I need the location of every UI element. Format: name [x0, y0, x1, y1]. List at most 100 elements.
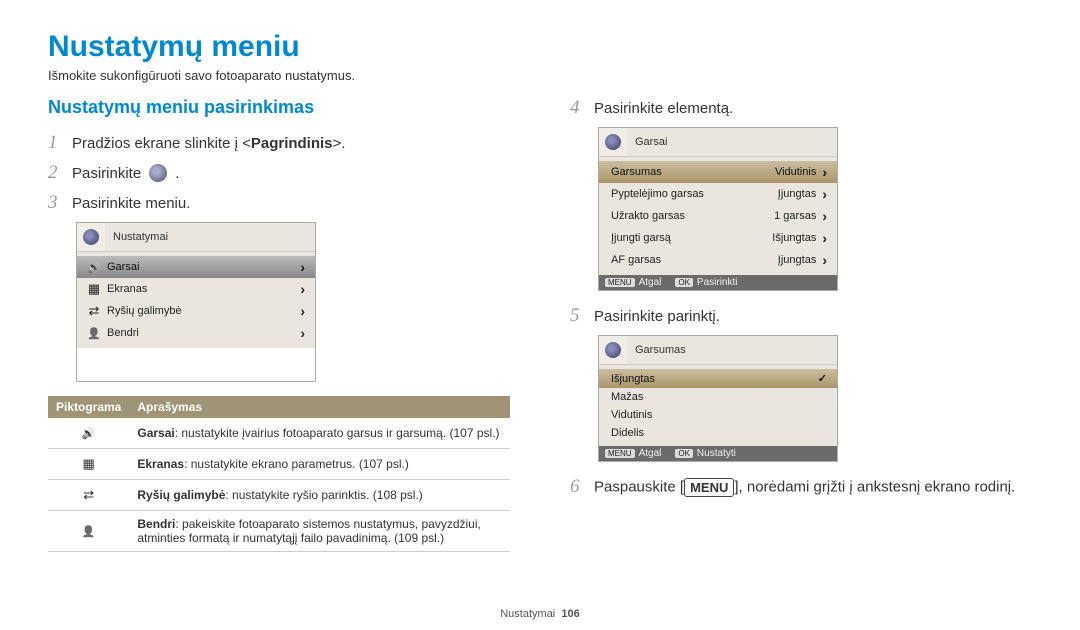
left-column: Nustatymų meniu pasirinkimas 1 Pradžios … [48, 97, 510, 552]
gear-icon [605, 134, 621, 150]
chevron-right-icon: › [300, 325, 305, 341]
icon-description-table: Piktograma Aprašymas Garsai: nustatykite… [48, 396, 510, 552]
step-num: 6 [570, 476, 586, 498]
step-num: 3 [48, 192, 64, 214]
speaker-icon [85, 261, 103, 274]
volume-panel: Garsumas Išjungtas ✓ Mažas Vidutinis Did… [598, 335, 838, 462]
section-title: Nustatymų meniu pasirinkimas [48, 97, 510, 118]
menu-label: Pyptelėjimo garsas [607, 188, 778, 200]
menu-label: Vidutinis [607, 409, 827, 421]
menu-label: Įjungti garsą [607, 232, 772, 244]
chevron-right-icon: › [822, 252, 827, 268]
step-num: 5 [570, 305, 586, 327]
menu-label: AF garsas [607, 254, 778, 266]
panel-header-text: Garsumas [627, 344, 837, 356]
menu-label: Garsai [103, 261, 300, 273]
menu-value: Vidutinis [775, 166, 822, 178]
table-row: Ryšių galimybė: nustatykite ryšio parink… [48, 480, 510, 511]
menu-label: Mažas [607, 391, 827, 403]
menu-item-display[interactable]: Ekranas › [77, 278, 315, 300]
connectivity-icon [83, 486, 94, 503]
gear-icon [149, 164, 167, 182]
menu-value: Įjungtas [778, 254, 823, 266]
panel-header-text: Garsai [627, 136, 837, 148]
step-text: Pasirinkite elementą. [594, 100, 733, 117]
option-medium[interactable]: Vidutinis [599, 406, 837, 424]
panel-footer: MENUAtgal OKPasirinkti [599, 275, 837, 290]
menu-label: Garsumas [607, 166, 775, 178]
page-title: Nustatymų meniu [48, 30, 1032, 64]
menu-key-label: MENU [605, 278, 635, 287]
step-2: 2 Pasirinkite . [48, 162, 510, 184]
step-text: Pasirinkite meniu. [72, 195, 190, 212]
menu-item-shutter[interactable]: Užrakto garsas 1 garsas › [599, 205, 837, 227]
chevron-right-icon: › [822, 208, 827, 224]
th-desc: Aprašymas [129, 396, 510, 418]
page-subtitle: Išmokite sukonfigūruoti savo fotoaparato… [48, 68, 1032, 83]
option-off[interactable]: Išjungtas ✓ [599, 369, 837, 388]
panel-header-text: Nustatymai [105, 231, 315, 243]
step-6: 6 Paspauskite [MENU], norėdami grįžti į … [570, 476, 1032, 498]
user-icon [85, 327, 103, 340]
check-icon: ✓ [818, 372, 827, 385]
settings-panel: Nustatymai Garsai › Ekranas › Ryšių gali… [76, 222, 316, 382]
menu-value: 1 garsas [774, 210, 822, 222]
chevron-right-icon: › [822, 164, 827, 180]
step-text: Pasirinkite [72, 165, 141, 182]
display-icon [83, 455, 95, 472]
step-4: 4 Pasirinkite elementą. [570, 97, 1032, 119]
menu-label: Ekranas [103, 283, 300, 295]
chevron-right-icon: › [822, 186, 827, 202]
menu-key-label: MENU [605, 449, 635, 458]
menu-value: Įjungtas [778, 188, 823, 200]
panel-header: Garsumas [599, 336, 837, 365]
table-row: Ekranas: nustatykite ekrano parametrus. … [48, 449, 510, 480]
speaker-icon [82, 424, 96, 441]
menu-item-volume[interactable]: Garsumas Vidutinis › [599, 161, 837, 183]
menu-item-startup-sound[interactable]: Įjungti garsą Išjungtas › [599, 227, 837, 249]
step-5: 5 Pasirinkite parinktį. [570, 305, 1032, 327]
chevron-right-icon: › [300, 281, 305, 297]
menu-item-connectivity[interactable]: Ryšių galimybė › [77, 300, 315, 322]
ok-key-label: OK [675, 449, 693, 458]
option-high[interactable]: Didelis [599, 424, 837, 442]
step-num: 2 [48, 162, 64, 184]
right-column: 4 Pasirinkite elementą. Garsai Garsumas … [570, 97, 1032, 552]
table-row: Bendri: pakeiskite fotoaparato sistemos … [48, 511, 510, 552]
ok-key-label: OK [675, 278, 693, 287]
menu-item-sounds[interactable]: Garsai › [77, 256, 315, 278]
menu-item-general[interactable]: Bendri › [77, 322, 315, 344]
sounds-panel: Garsai Garsumas Vidutinis › Pyptelėjimo … [598, 127, 838, 291]
menu-item-af-sound[interactable]: AF garsas Įjungtas › [599, 249, 837, 271]
menu-button-label: MENU [684, 478, 734, 497]
menu-label: Didelis [607, 427, 827, 439]
menu-label: Ryšių galimybė [103, 305, 300, 317]
step-text: Paspauskite [MENU], norėdami grįžti į an… [594, 478, 1015, 497]
option-low[interactable]: Mažas [599, 388, 837, 406]
page-footer: Nustatymai 106 [0, 608, 1080, 620]
user-icon [82, 522, 96, 539]
menu-value: Išjungtas [772, 232, 822, 244]
menu-item-beep[interactable]: Pyptelėjimo garsas Įjungtas › [599, 183, 837, 205]
chevron-right-icon: › [822, 230, 827, 246]
table-row: Garsai: nustatykite įvairius fotoaparato… [48, 418, 510, 449]
connectivity-icon [85, 303, 103, 319]
panel-footer: MENUAtgal OKNustatyti [599, 446, 837, 461]
menu-label: Išjungtas [607, 373, 818, 385]
gear-icon [605, 342, 621, 358]
panel-header: Garsai [599, 128, 837, 157]
step-num: 1 [48, 132, 64, 154]
display-icon [85, 281, 103, 297]
panel-header: Nustatymai [77, 223, 315, 252]
th-icon: Piktograma [48, 396, 129, 418]
step-text: Pasirinkite parinktį. [594, 308, 720, 325]
step-1: 1 Pradžios ekrane slinkite į <Pagrindini… [48, 132, 510, 154]
menu-label: Užrakto garsas [607, 210, 774, 222]
chevron-right-icon: › [300, 259, 305, 275]
step-3: 3 Pasirinkite meniu. [48, 192, 510, 214]
menu-label: Bendri [103, 327, 300, 339]
step-num: 4 [570, 97, 586, 119]
chevron-right-icon: › [300, 303, 305, 319]
gear-icon [83, 229, 99, 245]
step-text: Pradžios ekrane slinkite į <Pagrindinis>… [72, 135, 345, 152]
